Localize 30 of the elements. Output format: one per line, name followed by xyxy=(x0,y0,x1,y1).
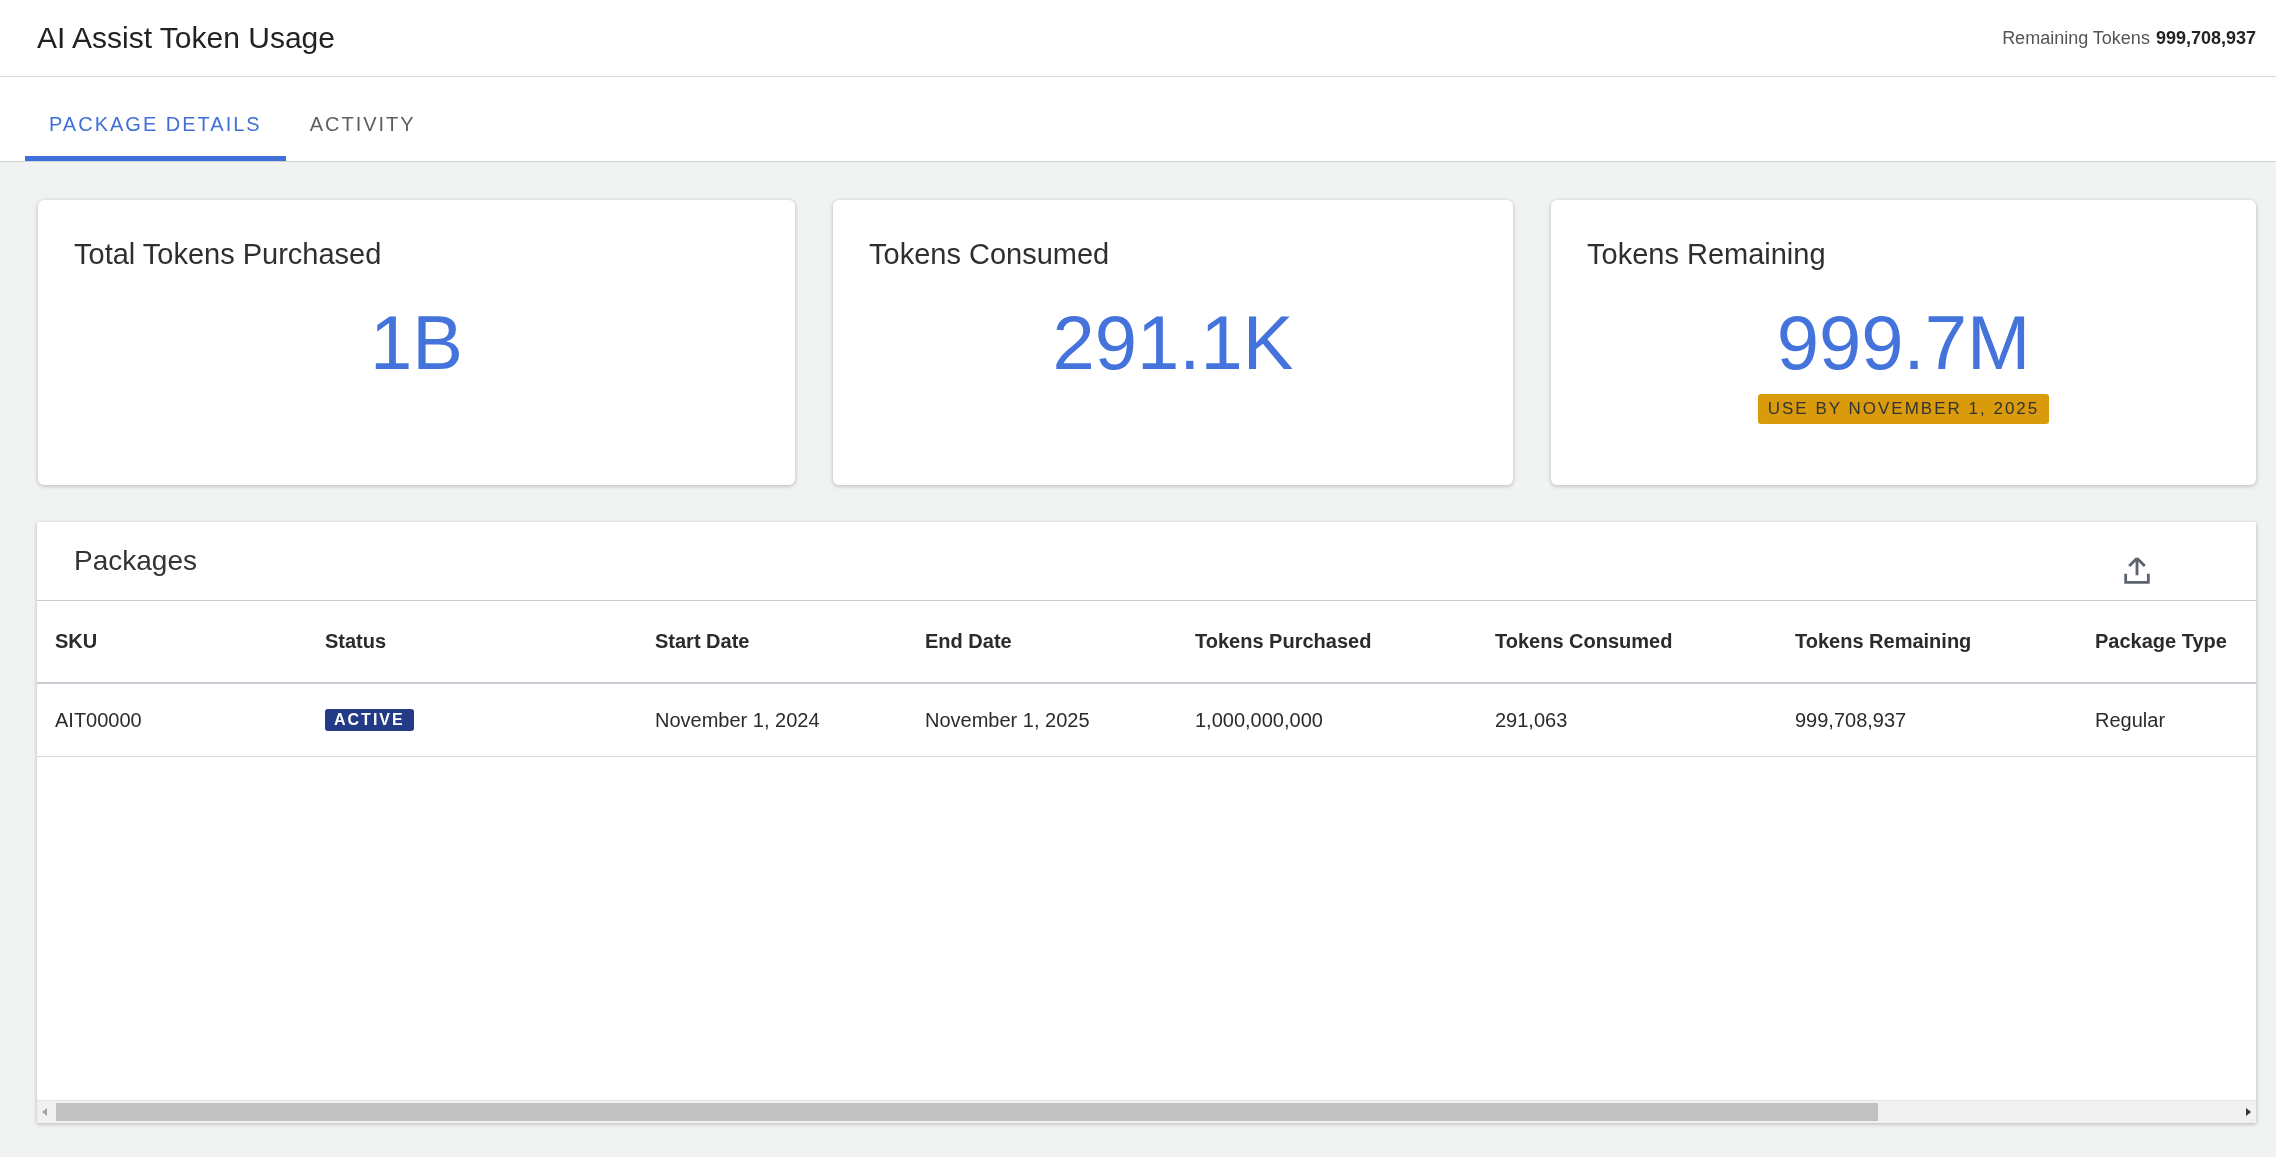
column-header: Status xyxy=(307,601,637,684)
expiry-badge: USE BY NOVEMBER 1, 2025 xyxy=(1757,394,2050,424)
column-header: Tokens Purchased xyxy=(1177,601,1477,684)
tab[interactable]: ACTIVITY xyxy=(285,113,440,161)
card-title: Tokens Remaining xyxy=(1587,238,1827,271)
panel-title: Packages xyxy=(74,545,197,577)
table-cell: AIT00000 xyxy=(55,708,142,732)
status-badge: ACTIVE xyxy=(325,709,414,731)
table-cell: November 1, 2025 xyxy=(925,708,1090,732)
card-value: 999.7M xyxy=(1776,299,2031,386)
card-value: 1B xyxy=(370,299,463,386)
column-header: SKU xyxy=(37,601,307,684)
card-title: Tokens Consumed xyxy=(869,238,1111,271)
card-title: Total Tokens Purchased xyxy=(74,238,383,271)
column-header: Tokens Remaining xyxy=(1777,601,2077,684)
table-cell: November 1, 2024 xyxy=(655,708,820,732)
page-title: AI Assist Token Usage xyxy=(37,21,335,55)
column-header: Start Date xyxy=(637,601,907,684)
remaining-tokens-label: Remaining Tokens xyxy=(2002,27,2150,49)
card-value: 291.1K xyxy=(1052,299,1294,386)
column-header: Package Type xyxy=(2077,601,2256,684)
table-cell: 999,708,937 xyxy=(1795,708,1907,732)
column-header: Tokens Consumed xyxy=(1477,601,1777,684)
table-cell: 1,000,000,000 xyxy=(1195,708,1323,732)
table-cell: Regular xyxy=(2095,708,2166,732)
tab[interactable]: PACKAGE DETAILS xyxy=(25,113,286,161)
remaining-tokens-value: 999,708,937 xyxy=(2155,27,2256,49)
scrollbar-thumb[interactable] xyxy=(56,1103,1878,1121)
table-cell: 291,063 xyxy=(1495,708,1568,732)
column-header: End Date xyxy=(907,601,1177,684)
